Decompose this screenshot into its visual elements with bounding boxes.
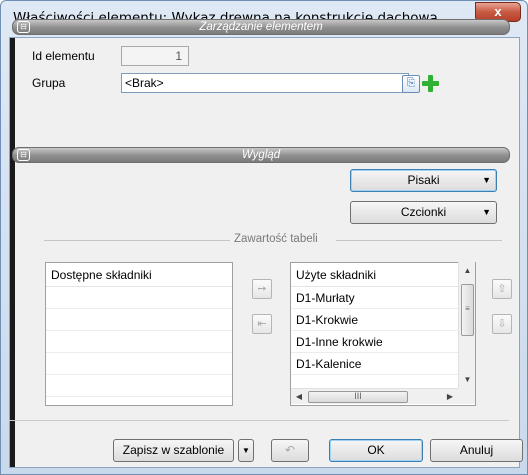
undo-button[interactable]: ↶ — [271, 439, 309, 462]
list-item — [46, 375, 232, 397]
list-item — [46, 353, 232, 375]
document-icon: ⎘ — [406, 77, 416, 89]
scroll-thumb[interactable]: ≡ — [461, 284, 474, 336]
group-line-left — [44, 240, 230, 241]
vertical-scrollbar[interactable]: ▲ ≡ ▼ — [458, 262, 475, 388]
id-label: Id elementu — [32, 49, 95, 63]
group-field[interactable]: <Brak> — [121, 73, 409, 93]
section-title-management: Zarządzanie elementem — [199, 21, 323, 33]
footer-divider — [9, 420, 509, 421]
add-group-icon[interactable] — [422, 75, 439, 92]
scroll-right-icon[interactable]: ▶ — [442, 389, 458, 405]
arrow-up-icon: ⇧ — [497, 283, 507, 295]
chevron-down-icon: ▼ — [242, 446, 250, 455]
move-left-button[interactable]: ⇤ — [252, 314, 272, 334]
list-item — [46, 287, 232, 309]
move-up-button[interactable]: ⇧ — [492, 279, 512, 299]
list-item[interactable]: D1-Krokwie — [291, 309, 459, 331]
list-item[interactable]: D1-Inne krokwie — [291, 331, 459, 353]
fonts-button[interactable]: Czcionki ▼ — [350, 201, 497, 224]
available-items-list[interactable]: Dostępne składniki — [45, 262, 233, 406]
used-items-list[interactable]: Użyte składniki D1-Murłaty D1-Krokwie D1… — [290, 262, 476, 406]
available-items-header: Dostępne składniki — [46, 263, 232, 287]
scrollbar-corner — [458, 388, 475, 404]
list-item[interactable]: D1-Kalenice — [291, 353, 459, 375]
arrow-right-icon: ➙ — [257, 283, 267, 295]
pens-label: Pisaki — [407, 173, 440, 187]
section-title-appearance: Wygląd — [241, 149, 281, 161]
scroll-left-icon[interactable]: ◀ — [291, 389, 307, 405]
group-line-right — [336, 240, 502, 241]
chevron-down-icon: ▼ — [482, 175, 491, 185]
fonts-label: Czcionki — [400, 205, 447, 219]
section-header-management[interactable]: ⊟ Zarządzanie elementem — [12, 19, 510, 35]
section-header-appearance[interactable]: ⊟ Wygląd — [12, 147, 510, 163]
pens-button[interactable]: Pisaki ▼ — [350, 169, 497, 192]
scroll-down-icon[interactable]: ▼ — [459, 371, 476, 388]
scroll-thumb[interactable]: III — [308, 391, 408, 403]
arrow-left-icon: ⇤ — [257, 318, 267, 330]
move-right-button[interactable]: ➙ — [252, 279, 272, 299]
undo-icon: ↶ — [284, 443, 296, 457]
cancel-button[interactable]: Anuluj — [430, 439, 523, 462]
group-label: Grupa — [32, 76, 66, 90]
id-field: 1 — [121, 46, 189, 66]
browse-group-button[interactable]: ⎘ — [402, 75, 420, 93]
save-template-button[interactable]: Zapisz w szablonie — [113, 439, 234, 462]
horizontal-scrollbar[interactable]: ◀ III ▶ — [291, 388, 458, 404]
used-items-header: Użyte składniki — [291, 263, 459, 287]
scroll-up-icon[interactable]: ▲ — [459, 262, 476, 279]
list-item[interactable]: D1-Murłaty — [291, 287, 459, 309]
table-contents-caption: Zawartość tabeli — [232, 233, 320, 245]
arrow-down-icon: ⇩ — [497, 318, 507, 330]
list-item — [46, 309, 232, 331]
ok-button[interactable]: OK — [329, 439, 423, 462]
chevron-down-icon: ▼ — [482, 207, 491, 217]
save-template-dropdown[interactable]: ▼ — [238, 439, 254, 462]
list-item — [46, 331, 232, 353]
move-down-button[interactable]: ⇩ — [492, 314, 512, 334]
